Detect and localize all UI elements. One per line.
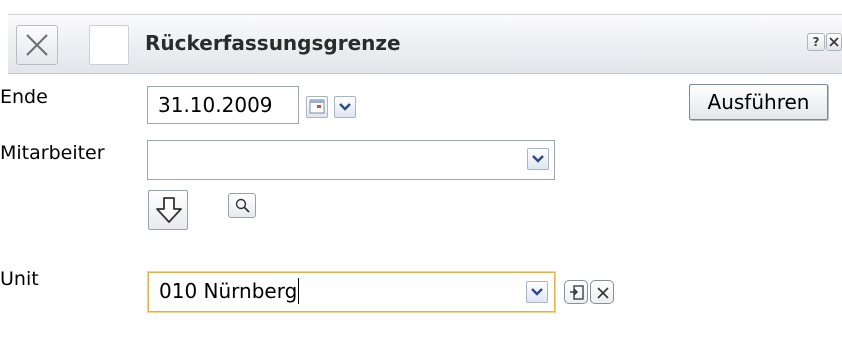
text-caret — [298, 278, 300, 304]
chevron-down-icon — [531, 288, 543, 296]
unit-goto-button[interactable] — [564, 280, 588, 304]
unit-combobox[interactable]: 010 Nürnberg — [148, 272, 555, 312]
end-date-input[interactable]: 31.10.2009 — [147, 86, 299, 124]
help-button[interactable]: ? — [807, 33, 825, 51]
chevron-down-icon — [339, 103, 351, 111]
transfer-down-button[interactable] — [148, 190, 188, 230]
employee-combobox[interactable] — [147, 140, 555, 180]
clear-icon — [597, 287, 609, 299]
calendar-icon — [309, 99, 325, 114]
unit-dropdown[interactable] — [526, 281, 548, 303]
employee-label: Mitarbeiter — [0, 142, 105, 164]
employee-search-button[interactable] — [228, 193, 256, 218]
end-date-label: Ende — [0, 86, 48, 108]
dialog-title-bar — [8, 14, 842, 74]
employee-dropdown[interactable] — [527, 148, 549, 170]
dialog-title: Rückerfassungsgrenze — [145, 31, 401, 55]
unit-value: 010 Nürnberg — [159, 279, 298, 303]
calendar-button[interactable] — [306, 96, 328, 118]
end-date-dropdown[interactable] — [334, 96, 356, 118]
close-dialog-button[interactable] — [16, 25, 58, 65]
unit-label: Unit — [0, 268, 39, 290]
close-icon — [26, 34, 48, 56]
unit-clear-button[interactable] — [590, 280, 614, 304]
blank-toolbar-button[interactable] — [89, 25, 129, 65]
close-icon — [829, 37, 839, 47]
close-small-button[interactable] — [826, 33, 842, 51]
arrow-down-icon — [156, 197, 182, 223]
chevron-down-icon — [532, 155, 544, 163]
execute-button[interactable]: Ausführen — [689, 84, 828, 120]
magnifier-icon — [235, 198, 250, 213]
goto-icon — [570, 285, 584, 300]
